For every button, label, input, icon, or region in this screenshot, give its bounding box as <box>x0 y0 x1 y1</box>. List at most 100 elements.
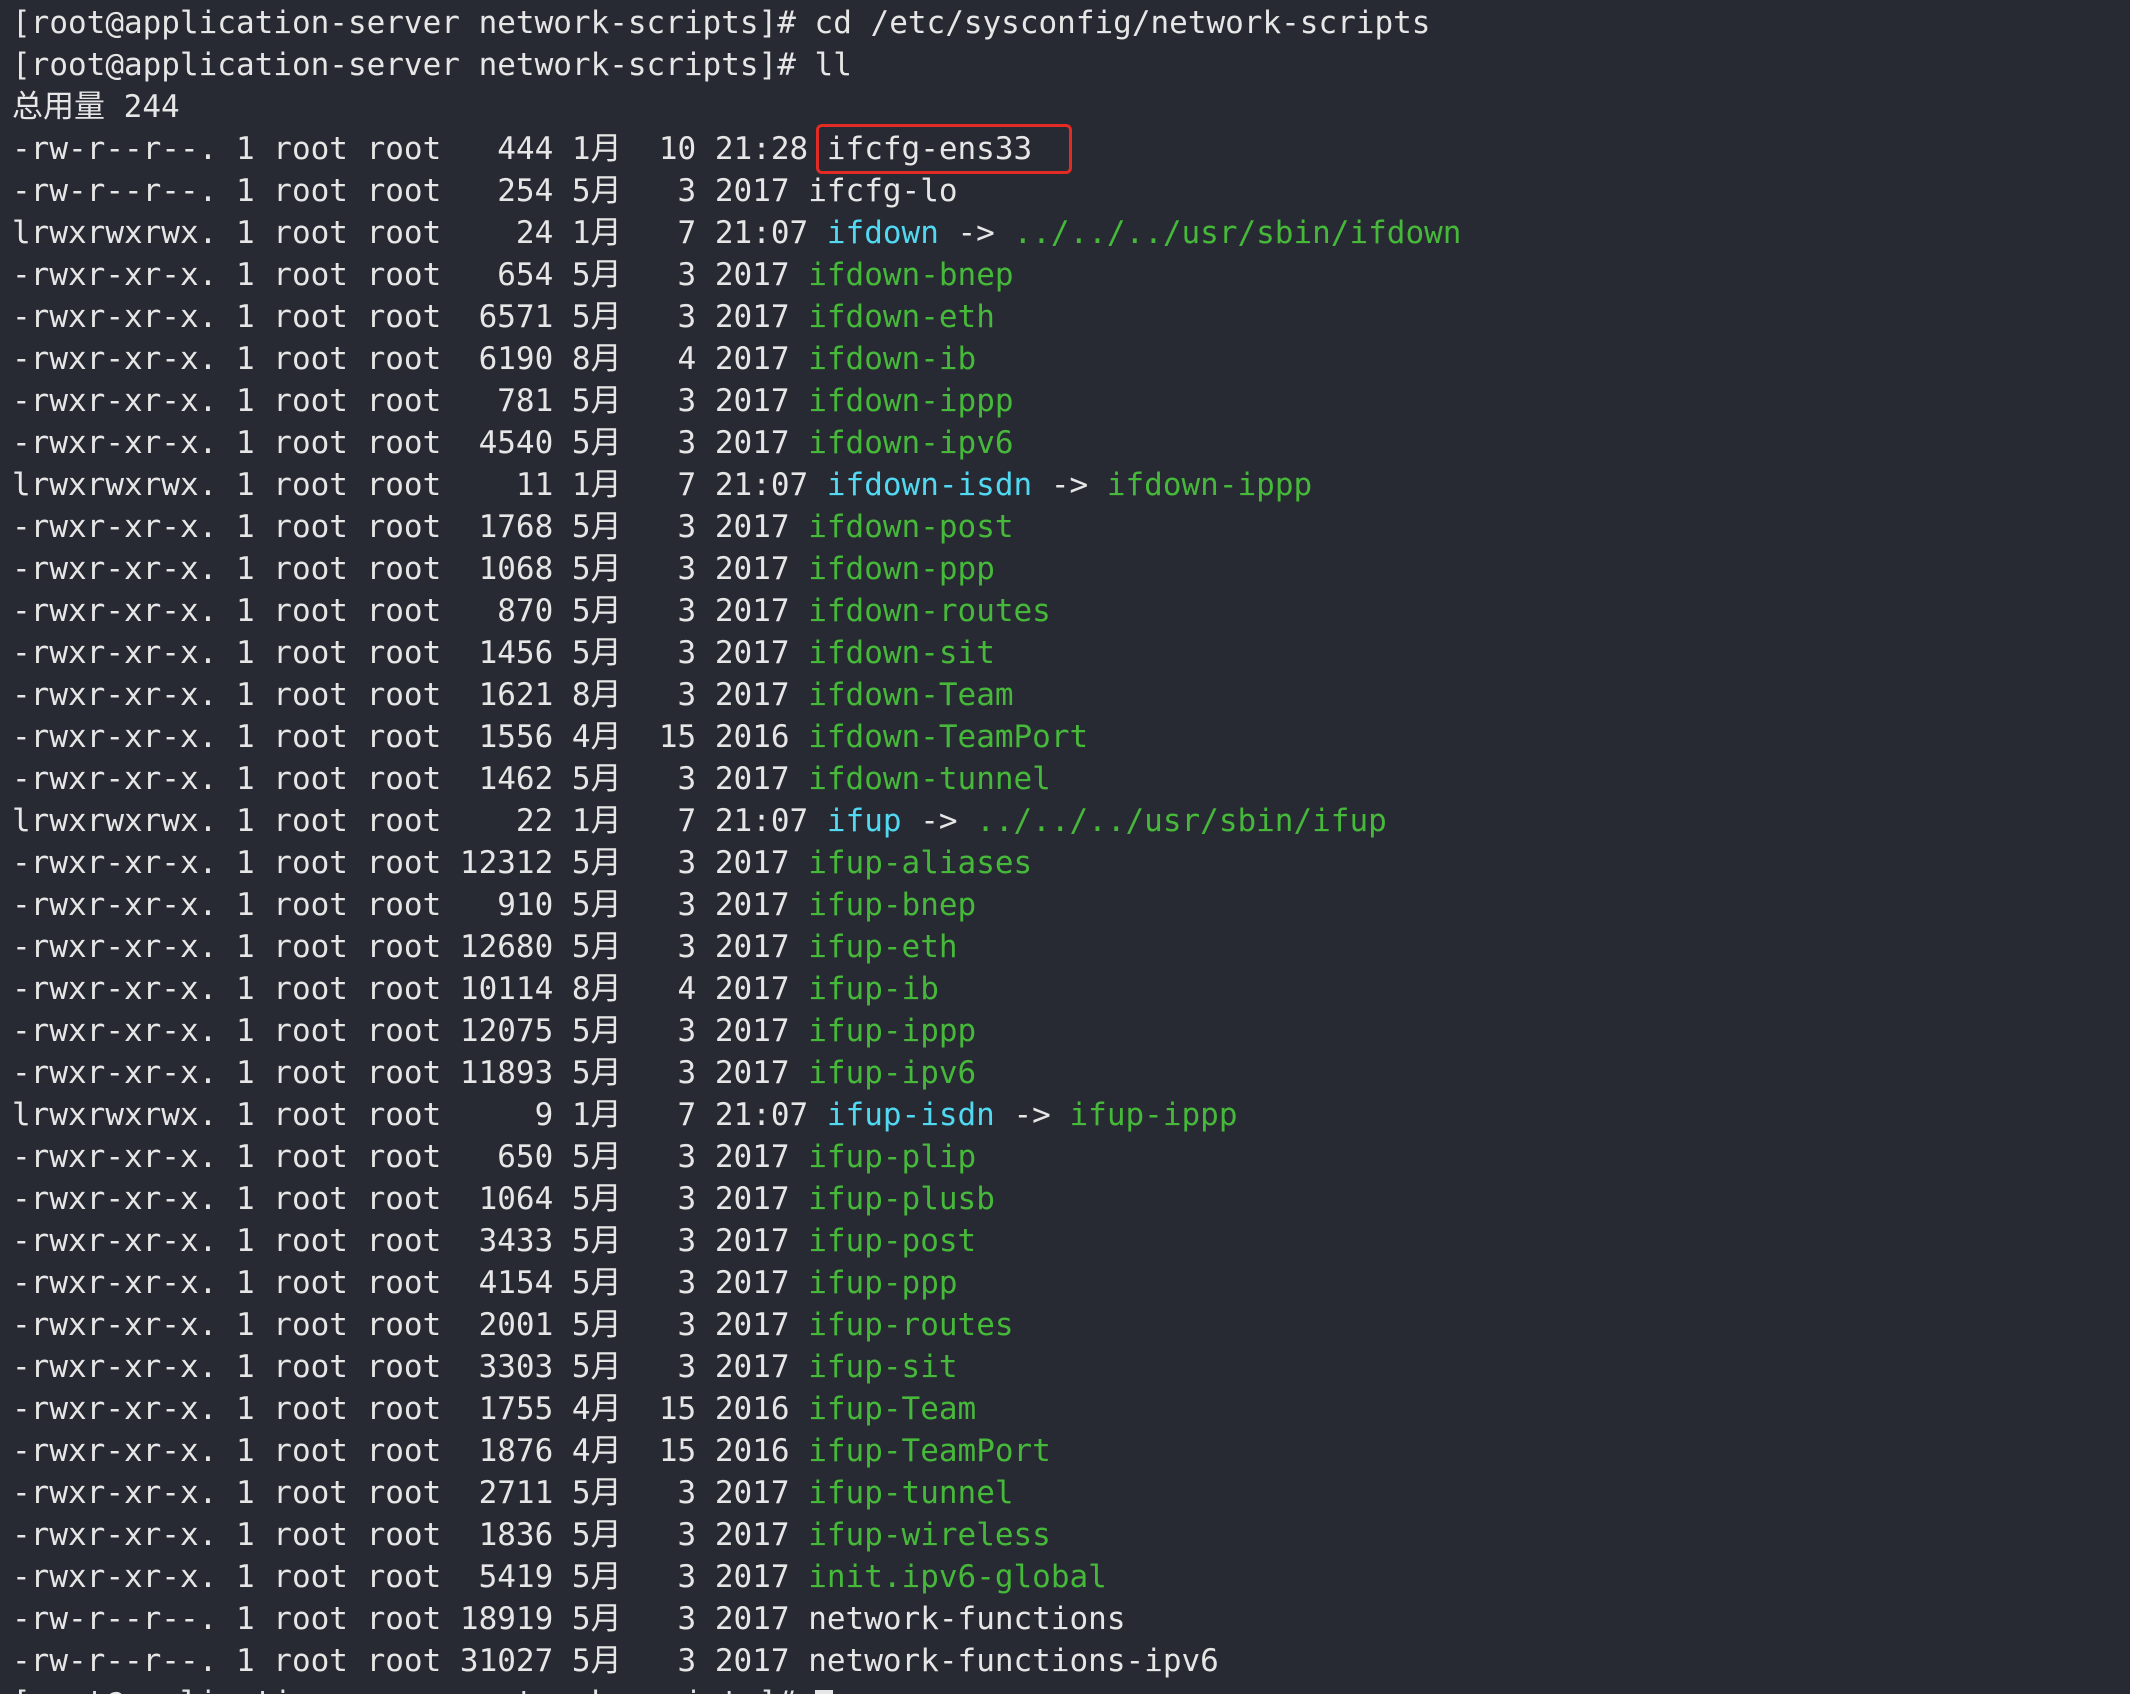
listing-row: -rwxr-xr-x. 1 root root 1068 5月 3 2017 i… <box>12 548 2130 590</box>
listing-row: lrwxrwxrwx. 1 root root 24 1月 7 21:07 if… <box>12 212 2130 254</box>
listing-row: -rwxr-xr-x. 1 root root 3303 5月 3 2017 i… <box>12 1346 2130 1388</box>
file-meta: lrwxrwxrwx. 1 root root 24 1月 7 21:07 <box>12 215 827 251</box>
listing-row: -rwxr-xr-x. 1 root root 4154 5月 3 2017 i… <box>12 1262 2130 1304</box>
file-meta: -rwxr-xr-x. 1 root root 1462 5月 3 2017 <box>12 761 809 797</box>
listing-row: -rw-r--r--. 1 root root 31027 5月 3 2017 … <box>12 1640 2130 1682</box>
listing-row: -rwxr-xr-x. 1 root root 910 5月 3 2017 if… <box>12 884 2130 926</box>
link-target: ../../../usr/sbin/ifdown <box>1013 215 1462 251</box>
file-meta: -rwxr-xr-x. 1 root root 1064 5月 3 2017 <box>12 1181 809 1217</box>
listing-row: -rwxr-xr-x. 1 root root 2001 5月 3 2017 i… <box>12 1304 2130 1346</box>
file-name: ifup-ppp <box>808 1265 958 1301</box>
file-meta: -rwxr-xr-x. 1 root root 1556 4月 15 2016 <box>12 719 809 755</box>
file-name: ifdown-tunnel <box>808 761 1051 797</box>
file-name: ifdown <box>826 215 939 251</box>
file-name: ifup-wireless <box>808 1517 1051 1553</box>
file-name: ifup-ippp <box>808 1013 977 1049</box>
listing-row: -rwxr-xr-x. 1 root root 1556 4月 15 2016 … <box>12 716 2130 758</box>
file-name: ifup-ib <box>808 971 939 1007</box>
prompt-line-ll: [root@application-server network-scripts… <box>12 44 2130 86</box>
listing-row: lrwxrwxrwx. 1 root root 11 1月 7 21:07 if… <box>12 464 2130 506</box>
file-meta: -rwxr-xr-x. 1 root root 4540 5月 3 2017 <box>12 425 809 461</box>
file-listing: -rw-r--r--. 1 root root 444 1月 10 21:28 … <box>12 128 2130 1682</box>
listing-row: lrwxrwxrwx. 1 root root 22 1月 7 21:07 if… <box>12 800 2130 842</box>
file-meta: -rw-r--r--. 1 root root 254 5月 3 2017 <box>12 173 809 209</box>
file-name: ifdown-post <box>808 509 1014 545</box>
file-name: init.ipv6-global <box>808 1559 1107 1595</box>
file-name: ifup-sit <box>808 1349 958 1385</box>
file-name: ifdown-ippp <box>808 383 1014 419</box>
listing-row: -rwxr-xr-x. 1 root root 1621 8月 3 2017 i… <box>12 674 2130 716</box>
text-cursor <box>814 1689 833 1694</box>
file-meta: -rwxr-xr-x. 1 root root 654 5月 3 2017 <box>12 257 809 293</box>
file-name: ifup-TeamPort <box>808 1433 1051 1469</box>
listing-row: -rw-r--r--. 1 root root 254 5月 3 2017 if… <box>12 170 2130 212</box>
file-name: network-functions <box>808 1601 1126 1637</box>
listing-row: -rwxr-xr-x. 1 root root 10114 8月 4 2017 … <box>12 968 2130 1010</box>
link-target: ifup-ippp <box>1069 1097 1238 1133</box>
prompt-line-cd: [root@application-server network-scripts… <box>12 2 2130 44</box>
listing-row: -rwxr-xr-x. 1 root root 870 5月 3 2017 if… <box>12 590 2130 632</box>
file-name: ifdown-ib <box>808 341 977 377</box>
prompt: [root@application-server network-scripts… <box>12 5 815 41</box>
file-meta: -rwxr-xr-x. 1 root root 870 5月 3 2017 <box>12 593 809 629</box>
file-meta: -rwxr-xr-x. 1 root root 1836 5月 3 2017 <box>12 1517 809 1553</box>
listing-row: -rwxr-xr-x. 1 root root 1064 5月 3 2017 i… <box>12 1178 2130 1220</box>
active-prompt-line[interactable]: [root@application-server network-scripts… <box>12 1682 2130 1694</box>
listing-row: -rwxr-xr-x. 1 root root 1456 5月 3 2017 i… <box>12 632 2130 674</box>
file-name: ifup-aliases <box>808 845 1033 881</box>
link-arrow: -> <box>901 803 977 839</box>
listing-row: -rwxr-xr-x. 1 root root 1836 5月 3 2017 i… <box>12 1514 2130 1556</box>
file-meta: lrwxrwxrwx. 1 root root 9 1月 7 21:07 <box>12 1097 827 1133</box>
listing-row: -rwxr-xr-x. 1 root root 12680 5月 3 2017 … <box>12 926 2130 968</box>
file-meta: -rwxr-xr-x. 1 root root 781 5月 3 2017 <box>12 383 809 419</box>
file-meta: -rwxr-xr-x. 1 root root 12312 5月 3 2017 <box>12 845 809 881</box>
file-name: ifdown-sit <box>808 635 995 671</box>
file-meta: -rw-r--r--. 1 root root 31027 5月 3 2017 <box>12 1643 809 1679</box>
listing-row: -rwxr-xr-x. 1 root root 650 5月 3 2017 if… <box>12 1136 2130 1178</box>
command-text: ll <box>814 47 852 83</box>
file-meta: -rwxr-xr-x. 1 root root 3303 5月 3 2017 <box>12 1349 809 1385</box>
file-name: ifup-ipv6 <box>808 1055 977 1091</box>
listing-row: lrwxrwxrwx. 1 root root 9 1月 7 21:07 ifu… <box>12 1094 2130 1136</box>
file-meta: -rwxr-xr-x. 1 root root 11893 5月 3 2017 <box>12 1055 809 1091</box>
prompt: [root@application-server network-scripts… <box>12 1685 815 1694</box>
file-name: ifup-post <box>808 1223 977 1259</box>
listing-row: -rwxr-xr-x. 1 root root 6190 8月 4 2017 i… <box>12 338 2130 380</box>
file-meta: -rwxr-xr-x. 1 root root 1876 4月 15 2016 <box>12 1433 809 1469</box>
listing-row: -rwxr-xr-x. 1 root root 1462 5月 3 2017 i… <box>12 758 2130 800</box>
file-meta: -rwxr-xr-x. 1 root root 1456 5月 3 2017 <box>12 635 809 671</box>
file-name: ifup-tunnel <box>808 1475 1014 1511</box>
file-name: ifup-eth <box>808 929 958 965</box>
file-meta: -rwxr-xr-x. 1 root root 12680 5月 3 2017 <box>12 929 809 965</box>
listing-row: -rwxr-xr-x. 1 root root 1876 4月 15 2016 … <box>12 1430 2130 1472</box>
file-name: ifup-bnep <box>808 887 977 923</box>
file-meta: lrwxrwxrwx. 1 root root 11 1月 7 21:07 <box>12 467 827 503</box>
file-meta: -rwxr-xr-x. 1 root root 6571 5月 3 2017 <box>12 299 809 335</box>
prompt: [root@application-server network-scripts… <box>12 47 815 83</box>
listing-row: -rwxr-xr-x. 1 root root 12075 5月 3 2017 … <box>12 1010 2130 1052</box>
file-meta: -rw-r--r--. 1 root root 444 1月 10 21:28 <box>12 131 827 167</box>
listing-row: -rwxr-xr-x. 1 root root 12312 5月 3 2017 … <box>12 842 2130 884</box>
listing-row: -rwxr-xr-x. 1 root root 6571 5月 3 2017 i… <box>12 296 2130 338</box>
listing-row: -rwxr-xr-x. 1 root root 1755 4月 15 2016 … <box>12 1388 2130 1430</box>
listing-row: -rwxr-xr-x. 1 root root 11893 5月 3 2017 … <box>12 1052 2130 1094</box>
file-meta: lrwxrwxrwx. 1 root root 22 1月 7 21:07 <box>12 803 827 839</box>
file-meta: -rwxr-xr-x. 1 root root 12075 5月 3 2017 <box>12 1013 809 1049</box>
file-name: ifup-Team <box>808 1391 977 1427</box>
file-meta: -rwxr-xr-x. 1 root root 1768 5月 3 2017 <box>12 509 809 545</box>
file-meta: -rwxr-xr-x. 1 root root 10114 8月 4 2017 <box>12 971 809 1007</box>
listing-row: -rwxr-xr-x. 1 root root 781 5月 3 2017 if… <box>12 380 2130 422</box>
terminal-window[interactable]: [root@application-server network-scripts… <box>0 0 2130 1694</box>
file-meta: -rwxr-xr-x. 1 root root 2711 5月 3 2017 <box>12 1475 809 1511</box>
file-meta: -rwxr-xr-x. 1 root root 1755 4月 15 2016 <box>12 1391 809 1427</box>
file-name: ifup <box>826 803 902 839</box>
file-meta: -rwxr-xr-x. 1 root root 650 5月 3 2017 <box>12 1139 809 1175</box>
link-target: ifdown-ippp <box>1106 467 1313 503</box>
file-name: ifdown-eth <box>808 299 995 335</box>
file-name: ifdown-bnep <box>808 257 1014 293</box>
total-line: 总用量 244 <box>12 89 180 125</box>
file-name: ifdown-routes <box>808 593 1051 629</box>
file-meta: -rwxr-xr-x. 1 root root 3433 5月 3 2017 <box>12 1223 809 1259</box>
file-meta: -rwxr-xr-x. 1 root root 910 5月 3 2017 <box>12 887 809 923</box>
listing-row: -rwxr-xr-x. 1 root root 3433 5月 3 2017 i… <box>12 1220 2130 1262</box>
